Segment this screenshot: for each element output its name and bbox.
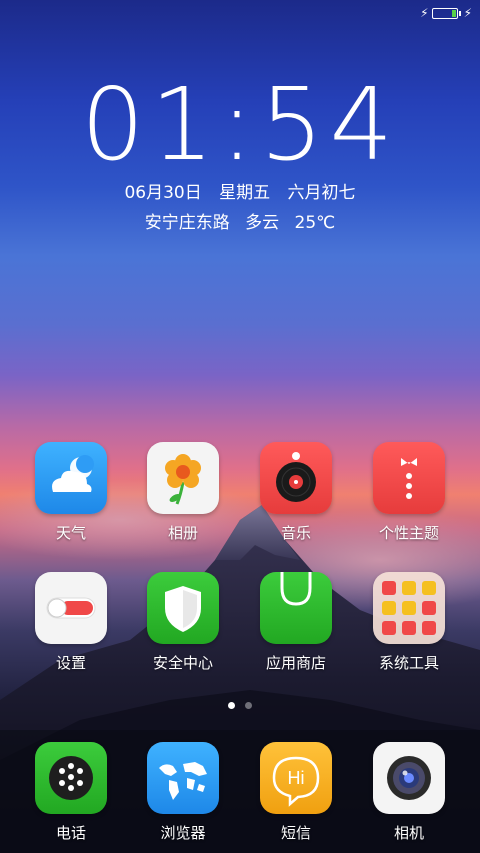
page-dot-1[interactable] (228, 702, 235, 709)
battery-indicator: ⚡ ⚡ (420, 6, 472, 20)
settings-toggle-icon (35, 572, 107, 644)
weather-text: 多云 (245, 213, 280, 233)
weather-line[interactable]: 安宁庄东路 多云 25℃ (0, 208, 480, 233)
app-label: 天气 (55, 524, 86, 542)
gallery-flower-icon (147, 442, 219, 514)
app-security[interactable]: 安全中心 (128, 572, 238, 673)
page-indicator[interactable] (0, 702, 480, 709)
battery-fill (451, 9, 456, 17)
app-label: 应用商店 (265, 654, 326, 672)
phone-dial-icon (35, 742, 107, 814)
home-screen: ⚡ ⚡ 01:54 06月30日 星期五 六月初七 安宁庄东路 多云 25℃ 天… (0, 0, 480, 853)
security-shield-icon (147, 572, 219, 644)
app-label: 系统工具 (378, 654, 439, 672)
system-tools-folder-icon (373, 572, 445, 644)
clock-time[interactable]: 01:54 (0, 70, 480, 180)
lunar-date-text: 六月初七 (287, 183, 356, 203)
app-label: 安全中心 (152, 654, 213, 672)
app-system-tools-folder[interactable]: 系统工具 (354, 572, 464, 673)
status-bar: ⚡ ⚡ (0, 0, 480, 26)
app-weather[interactable]: 天气 (16, 442, 126, 543)
hi-text: Hi (288, 768, 305, 788)
dock-app-messages[interactable]: Hi 短信 (241, 742, 351, 843)
app-label: 相机 (393, 824, 424, 842)
camera-lens-icon (373, 742, 445, 814)
dock-app-camera[interactable]: 相机 (354, 742, 464, 843)
app-store[interactable]: 应用商店 (241, 572, 351, 673)
date-line: 06月30日 星期五 六月初七 (0, 178, 480, 203)
app-store-bag-icon (260, 572, 332, 644)
app-gallery[interactable]: 相册 (128, 442, 238, 543)
weekday-text: 星期五 (219, 183, 271, 203)
app-label: 相册 (167, 524, 198, 542)
date-text: 06月30日 (124, 183, 202, 203)
browser-globe-icon (147, 742, 219, 814)
app-label: 短信 (280, 824, 311, 842)
weather-icon (35, 442, 107, 514)
app-settings[interactable]: 设置 (16, 572, 126, 673)
theme-shirt-icon (373, 442, 445, 514)
charging-bolt-icon: ⚡ (463, 6, 472, 20)
battery-tip (458, 10, 461, 16)
app-label: 电话 (55, 824, 86, 842)
app-label: 设置 (55, 654, 86, 672)
app-label: 浏览器 (160, 824, 206, 842)
charging-bolt-icon: ⚡ (420, 6, 429, 20)
dock-app-browser[interactable]: 浏览器 (128, 742, 238, 843)
music-record-icon (260, 442, 332, 514)
temperature-text: 25℃ (294, 213, 336, 233)
app-music[interactable]: 音乐 (241, 442, 351, 543)
app-label: 音乐 (280, 524, 311, 542)
page-dot-2[interactable] (245, 702, 252, 709)
app-label: 个性主题 (378, 524, 439, 542)
battery-icon (431, 7, 458, 19)
dock-app-phone[interactable]: 电话 (16, 742, 126, 843)
app-themes[interactable]: 个性主题 (354, 442, 464, 543)
messages-hi-icon: Hi (260, 742, 332, 814)
location-text: 安宁庄东路 (144, 213, 230, 233)
